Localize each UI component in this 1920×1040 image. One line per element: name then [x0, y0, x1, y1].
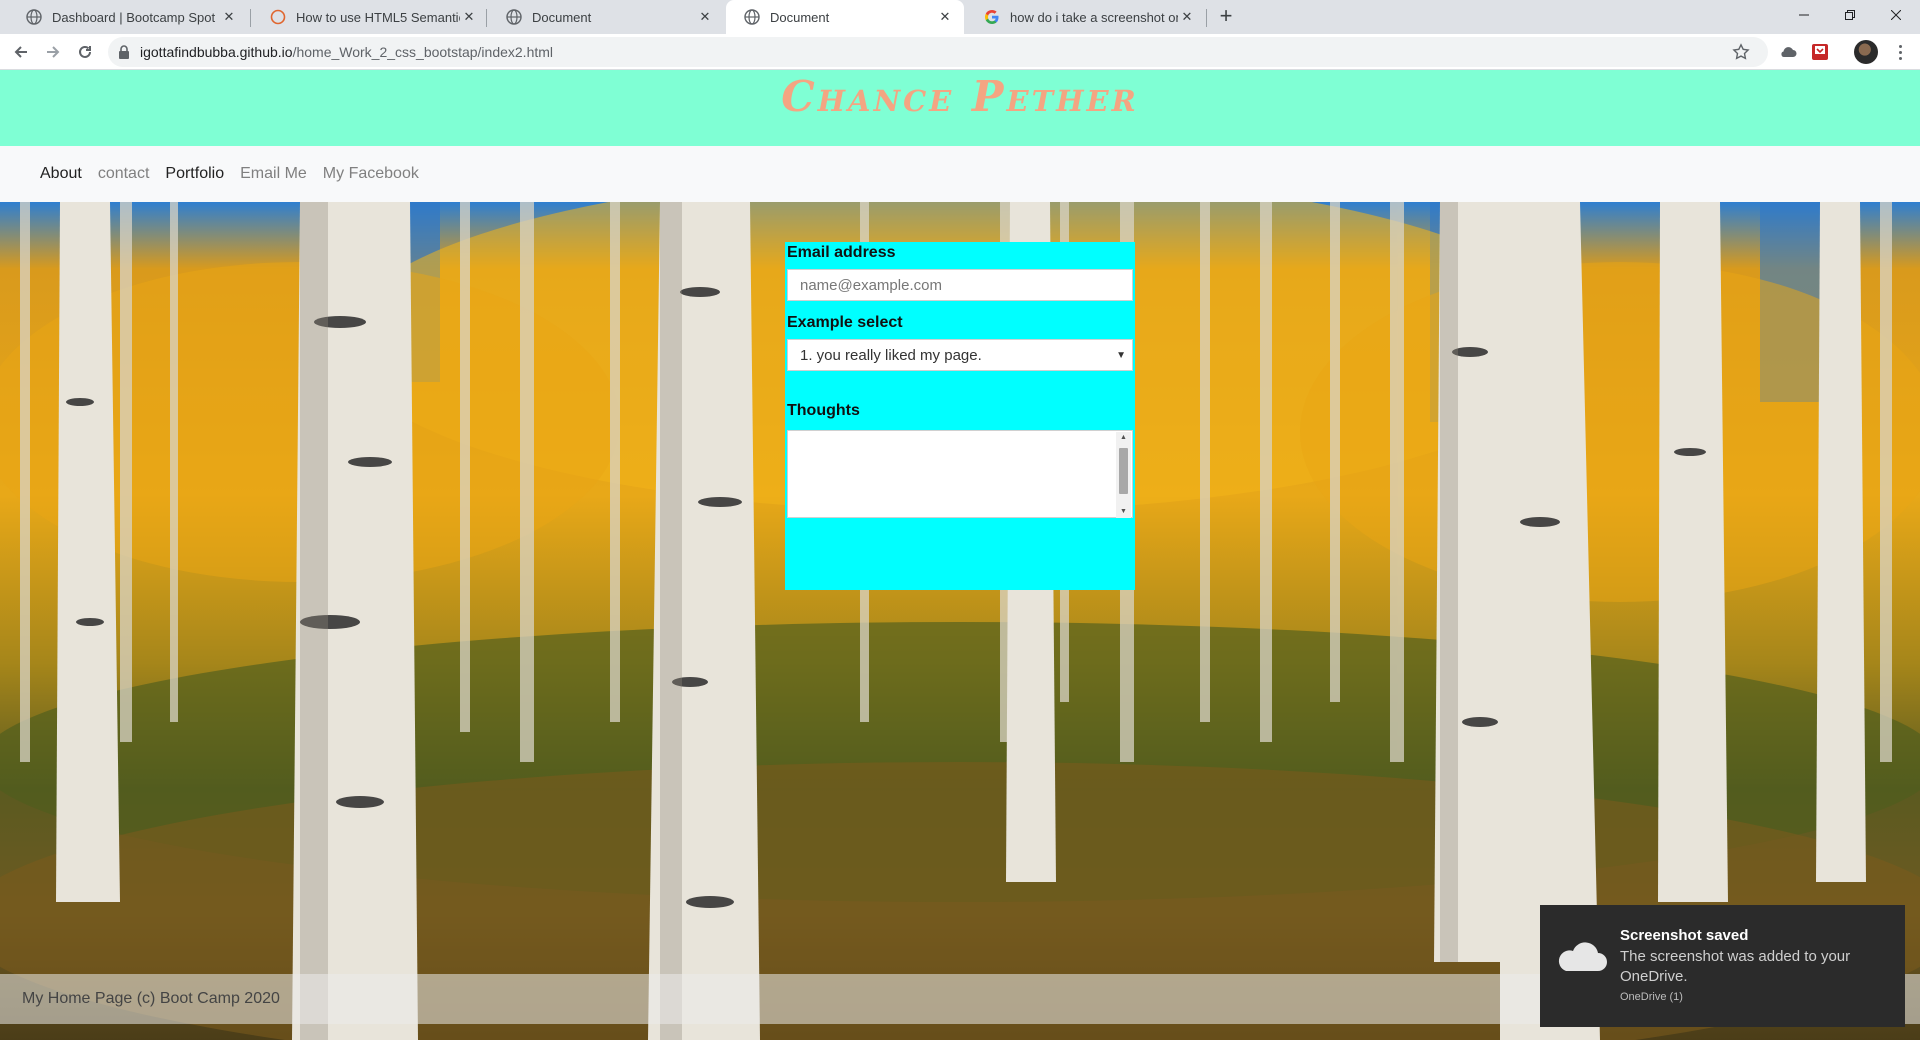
- scroll-thumb[interactable]: [1119, 448, 1128, 494]
- reload-icon: [79, 45, 91, 58]
- tab-title: Document: [770, 9, 830, 25]
- nav-link-email-me[interactable]: Email Me: [240, 165, 307, 183]
- profile-avatar[interactable]: [1854, 40, 1878, 64]
- browser-menu-icon[interactable]: [1890, 40, 1910, 64]
- circle-icon: [270, 9, 286, 25]
- tab-dashboard[interactable]: Dashboard | Bootcamp Spot ✕: [8, 0, 248, 34]
- back-button[interactable]: [8, 39, 34, 65]
- site-title: Chance Pether: [781, 72, 1139, 121]
- tab-html5-semantic[interactable]: How to use HTML5 Semantic Tag ✕: [252, 0, 488, 34]
- url-host: igottafindbubba.github.io: [140, 44, 293, 60]
- url-path: /home_Work_2_css_bootstap/index2.html: [292, 44, 554, 60]
- globe-icon: [744, 9, 760, 25]
- onedrive-cloud-icon: [1558, 942, 1607, 971]
- example-select-label: Example select: [787, 314, 903, 331]
- site-header: Chance Pether: [0, 70, 1920, 146]
- nav-link-portfolio[interactable]: Portfolio: [165, 165, 224, 183]
- minimize-button[interactable]: [1781, 0, 1827, 30]
- close-tab-icon[interactable]: ✕: [460, 8, 478, 26]
- globe-icon: [26, 9, 42, 25]
- tab-strip: Dashboard | Bootcamp Spot ✕ How to use H…: [0, 0, 1920, 34]
- tab-divider: [1206, 9, 1207, 27]
- tab-google-search[interactable]: how do i take a screenshot on a p ✕: [966, 0, 1206, 34]
- minimize-icon: [1799, 14, 1809, 16]
- close-tab-icon[interactable]: ✕: [1178, 8, 1196, 26]
- scroll-up-icon[interactable]: ▲: [1116, 432, 1131, 444]
- browser-toolbar: igottafindbubba.github.io/home_Work_2_cs…: [0, 34, 1920, 70]
- thoughts-textarea[interactable]: ▲ ▼: [787, 430, 1133, 518]
- email-label: Email address: [787, 244, 896, 261]
- arrow-left-icon: [14, 46, 27, 58]
- restore-icon: [1845, 10, 1855, 20]
- tab-divider: [250, 9, 251, 27]
- nav-link-contact[interactable]: contact: [98, 165, 150, 183]
- tab-title: How to use HTML5 Semantic Tag: [296, 9, 460, 25]
- toast-title: Screenshot saved: [1620, 927, 1749, 944]
- cloud-extension-icon[interactable]: [1778, 42, 1798, 62]
- close-tab-icon[interactable]: ✕: [936, 8, 954, 26]
- screenshot-toast[interactable]: Screenshot saved The screenshot was adde…: [1540, 905, 1905, 1027]
- tab-title: Document: [532, 9, 592, 25]
- reload-button[interactable]: [72, 39, 98, 65]
- restore-button[interactable]: [1827, 0, 1873, 30]
- close-tab-icon[interactable]: ✕: [696, 8, 714, 26]
- textarea-scrollbar[interactable]: ▲ ▼: [1116, 432, 1131, 518]
- select-value: 1. you really liked my page.: [800, 346, 982, 364]
- tab-document-active[interactable]: Document ✕: [726, 0, 964, 34]
- google-icon: [985, 10, 999, 24]
- email-input[interactable]: name@example.com: [787, 269, 1133, 301]
- page-viewport: Chance Pether About contact Portfolio Em…: [0, 70, 1920, 1040]
- address-bar[interactable]: igottafindbubba.github.io/home_Work_2_cs…: [108, 37, 1768, 67]
- contact-form: Email address name@example.com Example s…: [785, 242, 1135, 590]
- close-window-button[interactable]: [1873, 0, 1919, 30]
- tab-title: Dashboard | Bootcamp Spot: [52, 9, 216, 25]
- select-caret-icon: ▼: [1116, 349, 1126, 361]
- site-nav: About contact Portfolio Email Me My Face…: [0, 146, 1920, 202]
- save-extension-icon[interactable]: [1810, 42, 1830, 62]
- bookmark-star-icon[interactable]: [1732, 43, 1750, 61]
- tab-title: how do i take a screenshot on a p: [1010, 9, 1178, 25]
- thoughts-label: Thoughts: [787, 402, 860, 419]
- new-tab-button[interactable]: +: [1213, 5, 1239, 29]
- globe-icon: [506, 9, 522, 25]
- close-icon: [1891, 10, 1901, 20]
- arrow-right-icon: [47, 46, 60, 58]
- tab-document[interactable]: Document ✕: [488, 0, 724, 34]
- tab-divider: [486, 9, 487, 27]
- forward-button[interactable]: [40, 39, 66, 65]
- lock-icon: [119, 45, 129, 59]
- toast-body: The screenshot was added to your OneDriv…: [1620, 948, 1851, 985]
- toast-source: OneDrive (1): [1620, 991, 1683, 1003]
- nav-link-about[interactable]: About: [40, 165, 82, 183]
- nav-link-my-facebook[interactable]: My Facebook: [323, 165, 419, 183]
- close-tab-icon[interactable]: ✕: [220, 8, 238, 26]
- scroll-down-icon[interactable]: ▼: [1116, 506, 1131, 518]
- example-select[interactable]: 1. you really liked my page. ▼: [787, 339, 1133, 371]
